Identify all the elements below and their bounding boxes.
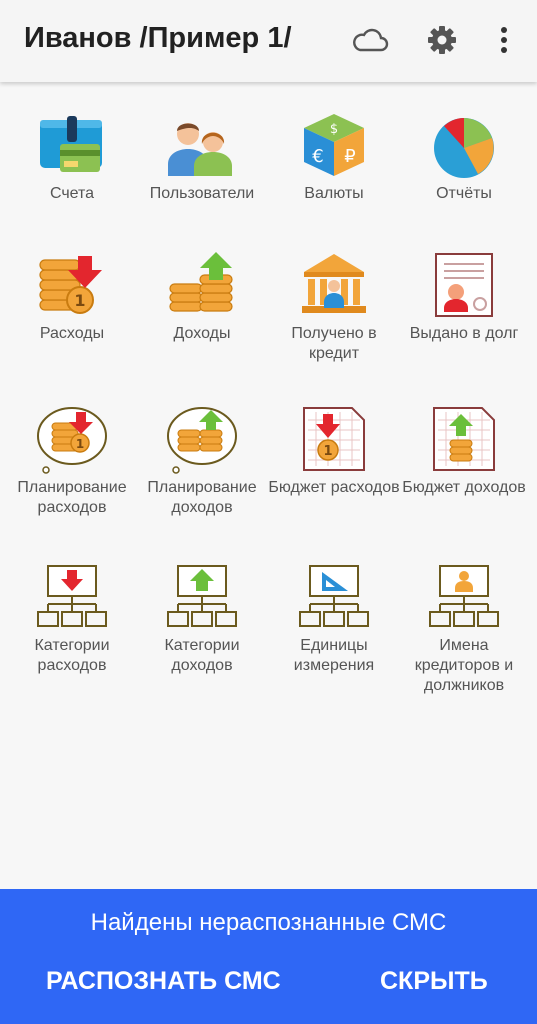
expense-categories-icon: [37, 565, 107, 627]
snackbar-message: Найдены нераспознанные СМС: [90, 909, 447, 936]
pie-chart-icon: [434, 118, 494, 178]
tile-label: Валюты: [304, 185, 364, 202]
budget-income-icon: [433, 407, 495, 471]
svg-text:1: 1: [323, 444, 332, 459]
budget-expenses-icon: 1: [303, 407, 365, 471]
tile-loaned[interactable]: Выдано в долг: [397, 250, 531, 344]
tile-creditors-names[interactable]: Имена кредиторов и должников: [397, 562, 531, 696]
bank-icon: [302, 254, 366, 313]
tile-income[interactable]: Доходы: [135, 250, 269, 344]
tile-expenses[interactable]: 1 Расходы: [5, 250, 139, 344]
tile-label: Планирование расходов: [17, 479, 127, 516]
tile-label: Бюджет расходов: [268, 479, 400, 496]
cloud-icon[interactable]: [350, 20, 390, 60]
units-icon: [299, 565, 369, 627]
income-categories-icon: [167, 565, 237, 627]
tile-currencies[interactable]: $ € ₽ Валюты: [267, 110, 401, 204]
svg-text:1: 1: [76, 437, 84, 451]
tile-label: Счета: [49, 185, 95, 202]
tile-label: Пользователи: [149, 185, 255, 202]
tile-expense-categories[interactable]: Категории расходов: [5, 562, 139, 676]
tile-accounts[interactable]: Счета: [5, 110, 139, 204]
svg-text:₽: ₽: [344, 146, 355, 167]
page-title: Иванов /Пример 1/: [24, 22, 292, 54]
recognize-sms-button[interactable]: РАСПОЗНАТЬ СМС: [46, 967, 281, 996]
coins-up-icon: [169, 252, 233, 312]
tile-label: Единицы измерения: [293, 637, 375, 674]
tile-budget-expenses[interactable]: 1 Бюджет расходов: [267, 404, 401, 498]
tile-label: Расходы: [39, 325, 105, 342]
svg-text:€: €: [312, 146, 323, 167]
tile-label: Категории расходов: [34, 637, 110, 674]
hide-button[interactable]: СКРЫТЬ: [380, 967, 488, 996]
more-vert-icon[interactable]: [484, 20, 524, 60]
planning-expenses-icon: 1: [37, 407, 107, 474]
tile-planning-income[interactable]: Планирование доходов: [135, 404, 269, 518]
app-bar: Иванов /Пример 1/: [0, 0, 537, 82]
tile-income-categories[interactable]: Категории доходов: [135, 562, 269, 676]
gear-icon[interactable]: [422, 20, 462, 60]
accounts-wallet-icon: [40, 116, 102, 172]
loan-document-icon: [435, 253, 493, 317]
svg-text:1: 1: [74, 291, 85, 310]
tile-label: Отчёты: [436, 185, 492, 202]
tile-label: Категории доходов: [164, 637, 240, 674]
tile-label: Доходы: [173, 325, 231, 342]
tile-reports[interactable]: Отчёты: [397, 110, 531, 204]
coins-down-icon: 1: [39, 256, 102, 314]
planning-income-icon: [167, 407, 237, 474]
creditors-names-icon: [429, 565, 499, 627]
tile-label: Имена кредиторов и должников: [414, 637, 514, 694]
tile-budget-income[interactable]: Бюджет доходов: [397, 404, 531, 498]
tile-users[interactable]: Пользователи: [135, 110, 269, 204]
tile-label: Бюджет доходов: [402, 479, 526, 496]
tile-units[interactable]: Единицы измерения: [267, 562, 401, 676]
tile-credit-received[interactable]: Получено в кредит: [267, 250, 401, 364]
tile-label: Планирование доходов: [147, 479, 257, 516]
tile-planning-expenses[interactable]: 1 Планирование расходов: [5, 404, 139, 518]
sms-snackbar: Найдены нераспознанные СМС РАСПОЗНАТЬ СМ…: [0, 889, 537, 1024]
currency-cube-icon: $ € ₽: [304, 114, 364, 176]
tile-label: Получено в кредит: [291, 325, 377, 362]
tile-label: Выдано в долг: [409, 325, 519, 342]
users-icon: [168, 123, 232, 176]
svg-text:$: $: [330, 122, 338, 137]
